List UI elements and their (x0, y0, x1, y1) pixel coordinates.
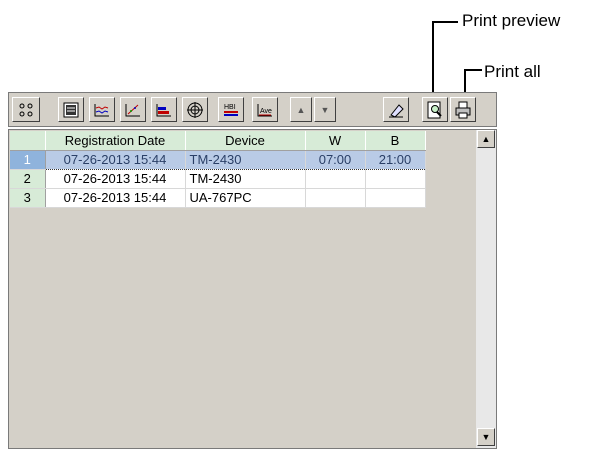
print-all-icon (455, 101, 471, 118)
move-down-button[interactable]: ▼ (314, 97, 336, 122)
row-number[interactable]: 2 (10, 169, 46, 189)
scroll-up-button[interactable]: ▲ (477, 130, 495, 148)
average-button[interactable]: Ave (252, 97, 278, 122)
vertical-scrollbar[interactable]: ▲ ▼ (476, 130, 496, 448)
registration-date-cell[interactable]: 07-26-2013 15:44 (45, 188, 186, 208)
grid-body: Registration Date Device W B 1 07-26-201… (10, 131, 475, 447)
eraser-button[interactable] (383, 97, 409, 122)
dots-icon (19, 103, 33, 116)
print-all-callout: Print all (484, 62, 541, 81)
device-cell[interactable]: TM-2430 (185, 169, 306, 189)
hbi-icon: HBI (224, 104, 238, 116)
scroll-up-icon: ▲ (481, 134, 491, 144)
trend-graph-button[interactable] (89, 97, 115, 122)
w-cell[interactable]: 07:00 (305, 149, 366, 170)
header-row: Registration Date Device W B (10, 131, 426, 151)
eraser-icon (389, 103, 404, 118)
scroll-down-button[interactable]: ▼ (477, 428, 495, 446)
svg-text:Ave: Ave (260, 108, 272, 115)
scatter-graph-icon (125, 103, 140, 116)
table-row[interactable]: 1 07-26-2013 15:44 TM-2430 07:00 21:00 (10, 149, 426, 170)
scroll-down-icon: ▼ (481, 432, 491, 442)
b-cell[interactable] (365, 169, 426, 189)
move-up-button[interactable]: ▲ (290, 97, 312, 122)
print-preview-callout-line-v (432, 21, 434, 98)
registration-date-cell[interactable]: 07-26-2013 15:44 (45, 149, 186, 170)
list-view-icon (63, 102, 79, 117)
table-row[interactable]: 2 07-26-2013 15:44 TM-2430 (10, 169, 426, 189)
trend-graph-icon (94, 103, 109, 116)
list-view-button[interactable] (58, 97, 84, 122)
column-header-registration-date[interactable]: Registration Date (45, 131, 186, 151)
column-header-w[interactable]: W (305, 131, 366, 151)
bar-graph-button[interactable] (151, 97, 177, 122)
b-cell[interactable]: 21:00 (365, 149, 426, 170)
bar-graph-icon (156, 103, 171, 116)
column-header-device[interactable]: Device (185, 131, 306, 151)
toolbar: HBI Ave ▲ ▼ (8, 92, 497, 127)
arrow-up-icon: ▲ (296, 104, 306, 115)
print-preview-callout: Print preview (462, 11, 561, 30)
registration-date-cell[interactable]: 07-26-2013 15:44 (45, 169, 186, 189)
average-icon: Ave (257, 103, 272, 116)
app-window: HBI Ave ▲ ▼ Registration Date Device W B… (8, 92, 497, 451)
row-number[interactable]: 3 (10, 188, 46, 208)
arrow-down-icon: ▼ (320, 104, 330, 115)
device-cell[interactable]: TM-2430 (185, 149, 306, 170)
target-icon (187, 101, 203, 118)
print-all-callout-line-h (464, 69, 482, 71)
target-button[interactable] (182, 97, 208, 122)
data-grid: Registration Date Device W B 1 07-26-201… (8, 129, 497, 449)
scatter-graph-button[interactable] (120, 97, 146, 122)
column-header-b[interactable]: B (365, 131, 426, 151)
print-preview-icon (427, 101, 442, 118)
b-cell[interactable] (365, 188, 426, 208)
device-cell[interactable]: UA-767PC (185, 188, 306, 208)
svg-text:HBI: HBI (224, 104, 236, 111)
print-preview-button[interactable] (422, 97, 448, 122)
hbi-button[interactable]: HBI (218, 97, 244, 122)
row-number[interactable]: 1 (10, 150, 46, 170)
w-cell[interactable] (305, 169, 366, 189)
column-header-number[interactable] (10, 131, 46, 151)
dots-button[interactable] (12, 97, 40, 122)
table-row[interactable]: 3 07-26-2013 15:44 UA-767PC (10, 188, 426, 208)
w-cell[interactable] (305, 188, 366, 208)
print-preview-callout-line-h (432, 21, 458, 23)
print-all-button[interactable] (450, 97, 476, 122)
registration-table: Registration Date Device W B 1 07-26-201… (10, 131, 426, 208)
